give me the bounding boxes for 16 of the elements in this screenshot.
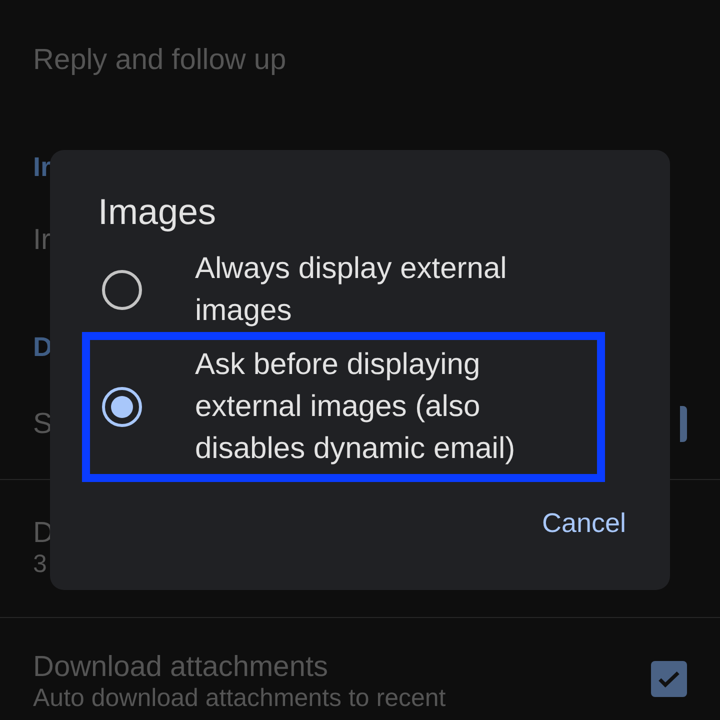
cancel-button[interactable]: Cancel (538, 503, 630, 543)
radio-button[interactable] (102, 270, 142, 310)
setting-subtitle: Auto download attachments to recent (33, 686, 446, 710)
setting-title: Download attachments (33, 650, 328, 685)
partly-hidden-control[interactable] (680, 406, 687, 442)
setting-title: S (33, 407, 52, 442)
option-label[interactable]: Always display external images (195, 248, 585, 332)
setting-title: Reply and follow up (33, 43, 286, 78)
option-label[interactable]: Ask before displaying external images (also disables dynamic email) (195, 344, 585, 470)
radio-button[interactable] (102, 387, 142, 427)
checkbox[interactable] (651, 661, 687, 697)
section-header: Ir (33, 152, 52, 183)
setting-title: Ir (33, 223, 51, 258)
setting-subtitle: 3 (33, 552, 47, 576)
dialog-title: Images (98, 190, 216, 234)
check-icon (658, 670, 680, 688)
